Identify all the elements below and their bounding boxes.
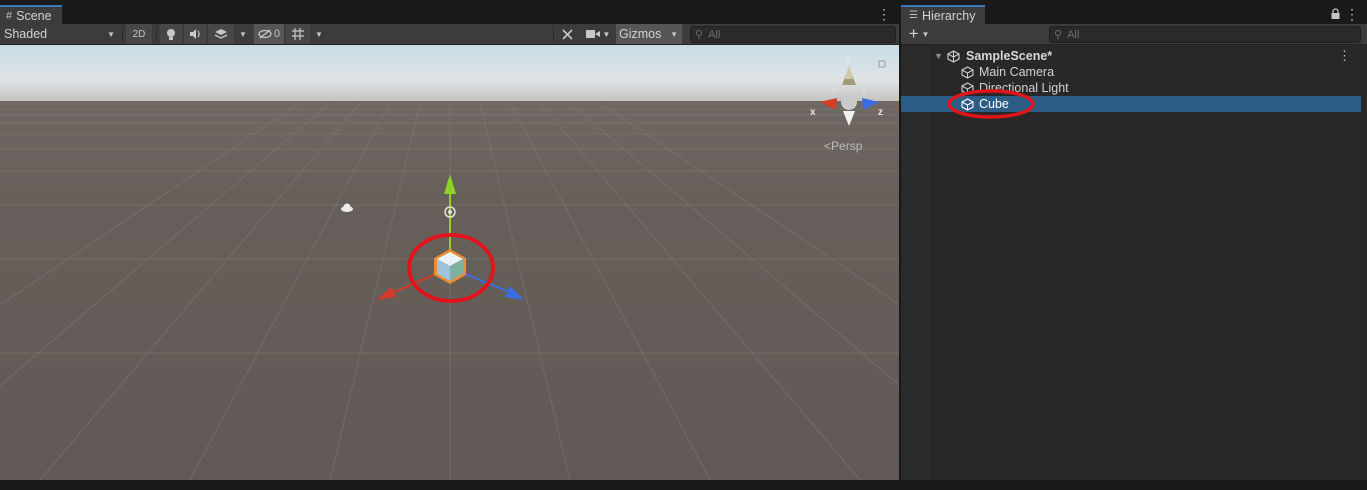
scene-viewport[interactable]: y x z <Persp — [0, 45, 899, 480]
scene-toolbar: Shaded ▼ 2D ▼ 0 ▼ ▼ Gizmos ▼ ⚲ All — [0, 24, 899, 45]
gizmos-label: Gizmos — [619, 27, 662, 41]
chevron-down-icon: ▼ — [602, 29, 611, 39]
grid-hash-icon: # — [6, 9, 13, 22]
scene-render — [0, 45, 899, 480]
toggle-2d-label: 2D — [132, 28, 146, 40]
scene-name: SampleScene* — [966, 49, 1053, 63]
projection-toggle[interactable]: <Persp — [824, 139, 862, 153]
bottom-strip — [0, 480, 1367, 490]
effects-toggle-button[interactable] — [208, 24, 234, 44]
video-camera-icon — [585, 30, 600, 38]
lighting-toggle-button[interactable] — [160, 24, 182, 44]
gameobject-cube-icon — [961, 66, 974, 79]
audio-toggle-button[interactable] — [184, 24, 206, 44]
camera-settings-button[interactable]: ▼ — [582, 24, 614, 44]
create-dropdown-button[interactable]: + ▼ — [905, 24, 933, 44]
hierarchy-search-input[interactable] — [1067, 28, 1360, 41]
layers-effects-icon — [214, 28, 228, 39]
search-icon: ⚲ — [695, 29, 704, 41]
chevron-down-icon: ▼ — [670, 29, 678, 39]
scene-root-row[interactable]: ▼ SampleScene* ⋮ — [901, 48, 1361, 64]
hierarchy-toolbar: + ▼ ⚲ — [901, 24, 1367, 45]
projection-label: Persp — [831, 139, 863, 153]
draw-mode-value: Shaded — [4, 27, 48, 41]
hierarchy-item[interactable]: Main Camera — [901, 64, 1361, 80]
hierarchy-search-field[interactable]: ⚲ — [1049, 26, 1361, 43]
hierarchy-item-label: Main Camera — [979, 65, 1055, 79]
toolbar-divider — [156, 26, 157, 42]
toggle-2d-button[interactable]: 2D — [126, 24, 152, 44]
scene-kebab-menu-icon[interactable]: ⋮ — [877, 6, 891, 22]
scene-window: # Scene ⋮ Shaded ▼ 2D ▼ 0 ▼ ▼ Gizmos ▼ ⚲… — [0, 4, 899, 480]
grid-toggle-button[interactable] — [286, 24, 310, 44]
scene-visibility-toggle-button[interactable]: 0 — [254, 24, 284, 44]
tab-scene[interactable]: # Scene — [0, 5, 62, 24]
highlight-ring — [947, 89, 1035, 119]
hidden-count: 0 — [273, 28, 281, 40]
grid-icon — [292, 28, 304, 40]
hierarchy-window: ☰ Hierarchy ⋮ + ▼ ⚲ ▼ SampleScene* ⋮ — [901, 4, 1367, 480]
tab-hierarchy[interactable]: ☰ Hierarchy — [901, 5, 986, 24]
lightbulb-icon — [167, 28, 175, 40]
tab-hierarchy-label: Hierarchy — [921, 8, 976, 23]
hierarchy-tree: ▼ SampleScene* ⋮ Main Camera Directional… — [901, 45, 1367, 480]
perspective-icon: < — [824, 139, 832, 153]
scene-tabbar: # Scene ⋮ — [0, 4, 899, 24]
speaker-icon — [189, 29, 200, 39]
tab-scene-label: Scene — [16, 8, 52, 23]
axis-z-label: z — [878, 107, 883, 118]
lock-icon[interactable] — [1330, 8, 1341, 20]
sky-background — [0, 45, 899, 109]
chevron-down-icon: ▼ — [921, 29, 930, 39]
chevron-down-icon: ▼ — [107, 29, 115, 39]
tools-button[interactable] — [556, 24, 578, 44]
scene-options-kebab-icon[interactable]: ⋮ — [1338, 48, 1351, 64]
axis-x-label: x — [810, 107, 816, 118]
effects-dropdown-chevron-icon[interactable]: ▼ — [236, 24, 250, 44]
hidden-eye-icon — [258, 29, 272, 39]
draw-mode-dropdown[interactable]: Shaded ▼ — [0, 24, 120, 44]
gizmos-dropdown[interactable]: Gizmos ▼ — [616, 24, 682, 44]
grid-dropdown-chevron-icon[interactable]: ▼ — [312, 24, 326, 44]
toolbar-divider — [553, 26, 554, 42]
hierarchy-kebab-menu-icon[interactable]: ⋮ — [1345, 6, 1359, 22]
unity-scene-icon — [947, 50, 960, 63]
hierarchy-tabbar: ☰ Hierarchy ⋮ — [901, 4, 1367, 24]
foldout-arrow-icon[interactable]: ▼ — [934, 51, 943, 61]
toolbar-divider — [122, 26, 123, 42]
plus-icon: + — [908, 24, 919, 43]
list-icon: ☰ — [909, 10, 918, 21]
axis-y-label: y — [845, 53, 851, 64]
scene-search-field[interactable]: ⚲ — [690, 26, 896, 43]
scene-search-input[interactable] — [708, 28, 895, 41]
wrench-tools-icon — [561, 28, 573, 40]
search-icon: ⚲ — [1054, 29, 1063, 41]
